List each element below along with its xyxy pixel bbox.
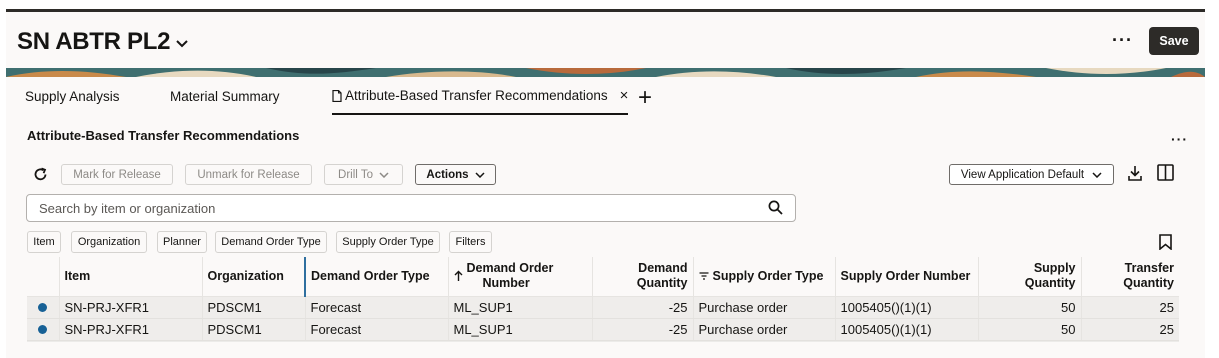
cell-demand-quantity: -25 [592,318,694,341]
status-cell [27,318,60,341]
filter-chip-demand-order-type[interactable]: Demand Order Type [215,231,327,253]
cell-organization: PDSCM1 [202,318,306,341]
column-label-line: Demand Order [466,261,554,276]
cell-item: SN-PRJ-XFR1 [59,296,203,319]
view-selector[interactable]: View Application Default [949,164,1114,185]
search-icon[interactable] [768,200,783,215]
filter-chip-organization[interactable]: Organization [71,231,147,253]
mark-for-release-button[interactable]: Mark for Release [61,164,173,185]
cell-item: SN-PRJ-XFR1 [59,318,203,341]
filter-chip-item[interactable]: Item [27,231,61,253]
column-header-item[interactable]: Item [59,257,203,297]
app-frame: SN ABTR PL2 ··· Save Supply Analysis Mat… [6,9,1205,358]
cell-supply-order-type: Purchase order [693,318,836,341]
close-tab-icon[interactable]: × [620,87,629,104]
cell-demand-order-type: Forecast [305,318,449,341]
cell-demand-order-type: Forecast [305,296,449,319]
unmark-for-release-button[interactable]: Unmark for Release [185,164,312,185]
download-icon[interactable] [1127,165,1143,182]
column-label-line: Demand [638,261,688,276]
column-label-line: Transfer [1124,261,1174,276]
cell-transfer-quantity: 25 [1081,296,1179,319]
table-header-row: Item Organization Demand Order Type Dema… [27,257,1179,297]
decorative-banner [6,68,1205,77]
cell-supply-quantity: 50 [978,318,1082,341]
status-cell [27,296,60,319]
filter-chip-supply-order-type[interactable]: Supply Order Type [336,231,440,253]
view-selector-label: View Application Default [960,168,1085,181]
recommendations-table: Item Organization Demand Order Type Dema… [27,257,1179,341]
column-label-line: Supply [1033,261,1076,276]
status-dot-icon [38,302,48,312]
chevron-down-icon [379,171,389,178]
tab-supply-analysis[interactable]: Supply Analysis [25,89,120,104]
table-row[interactable]: SN-PRJ-XFR1 PDSCM1 Forecast ML_SUP1 -25 … [27,296,1179,319]
chevron-down-icon [176,39,188,47]
column-header-supply-quantity[interactable]: Supply Quantity [978,257,1082,297]
status-dot-icon [38,324,48,334]
cell-supply-order-number: 1005405()(1)(1) [835,318,979,341]
drill-to-menu[interactable]: Drill To [324,164,403,185]
filter-icon [699,272,708,280]
column-label-line: Number [482,276,530,291]
refresh-icon[interactable] [32,166,49,183]
column-label-line: Quantity [1123,276,1174,291]
cell-supply-order-number: 1005405()(1)(1) [835,296,979,319]
column-label: Item [64,268,91,283]
column-label-line: Quantity [636,276,688,291]
column-header-supply-order-type[interactable]: Supply Order Type [693,257,836,297]
status-header [27,257,60,297]
cell-demand-order-number: ML_SUP1 [448,296,593,319]
column-header-organization[interactable]: Organization [202,257,306,297]
column-header-demand-order-number[interactable]: Demand Order Number [448,257,593,297]
table-scroll-area[interactable] [27,341,1179,355]
search-box [26,194,796,222]
column-label: Demand Order Type [311,268,430,283]
cell-supply-order-type: Purchase order [693,296,836,319]
cell-demand-order-number: ML_SUP1 [448,318,593,341]
search-input[interactable] [39,200,739,216]
split-view-icon[interactable] [1157,164,1174,181]
cell-organization: PDSCM1 [202,296,306,319]
cell-demand-quantity: -25 [592,296,694,319]
tab-label: Attribute-Based Transfer Recommendations [345,88,608,103]
column-header-supply-order-number[interactable]: Supply Order Number [835,257,979,297]
sort-ascending-icon [454,270,462,282]
bookmark-icon[interactable] [1159,234,1172,250]
page-header: SN ABTR PL2 ··· Save [6,12,1205,68]
tab-attribute-based-transfer-recommendations[interactable]: Attribute-Based Transfer Recommendations… [332,87,629,115]
column-label: Supply Order Number [840,268,971,283]
filters-button[interactable]: Filters [449,231,492,253]
actions-label: Actions [426,168,469,181]
chevron-down-icon [475,171,485,178]
add-tab-icon[interactable]: + [638,84,652,112]
section-title: Attribute-Based Transfer Recommendations [27,128,300,143]
column-header-demand-order-type[interactable]: Demand Order Type [304,257,449,297]
column-header-transfer-quantity[interactable]: Transfer Quantity [1081,257,1179,297]
save-button[interactable]: Save [1149,27,1199,55]
column-label: Organization [207,268,284,283]
tab-material-summary[interactable]: Material Summary [170,89,280,104]
drill-to-label: Drill To [338,168,373,181]
more-options-icon[interactable]: ··· [1112,30,1133,51]
filter-chip-planner[interactable]: Planner [157,231,207,253]
cell-transfer-quantity: 25 [1081,318,1179,341]
tab-bar: Supply Analysis Material Summary Attribu… [6,77,1205,121]
document-icon [332,89,342,102]
section-more-icon[interactable]: ··· [1171,131,1188,147]
actions-menu[interactable]: Actions [415,164,496,185]
column-label-line: Quantity [1024,276,1076,291]
table-row[interactable]: SN-PRJ-XFR1 PDSCM1 Forecast ML_SUP1 -25 … [27,318,1179,341]
cell-supply-quantity: 50 [978,296,1082,319]
column-label: Supply Order Type [712,268,824,283]
page-title-switcher[interactable]: SN ABTR PL2 [17,28,188,56]
chevron-down-icon [1092,171,1102,178]
column-header-demand-quantity[interactable]: Demand Quantity [592,257,694,297]
page-title: SN ABTR PL2 [17,28,171,55]
